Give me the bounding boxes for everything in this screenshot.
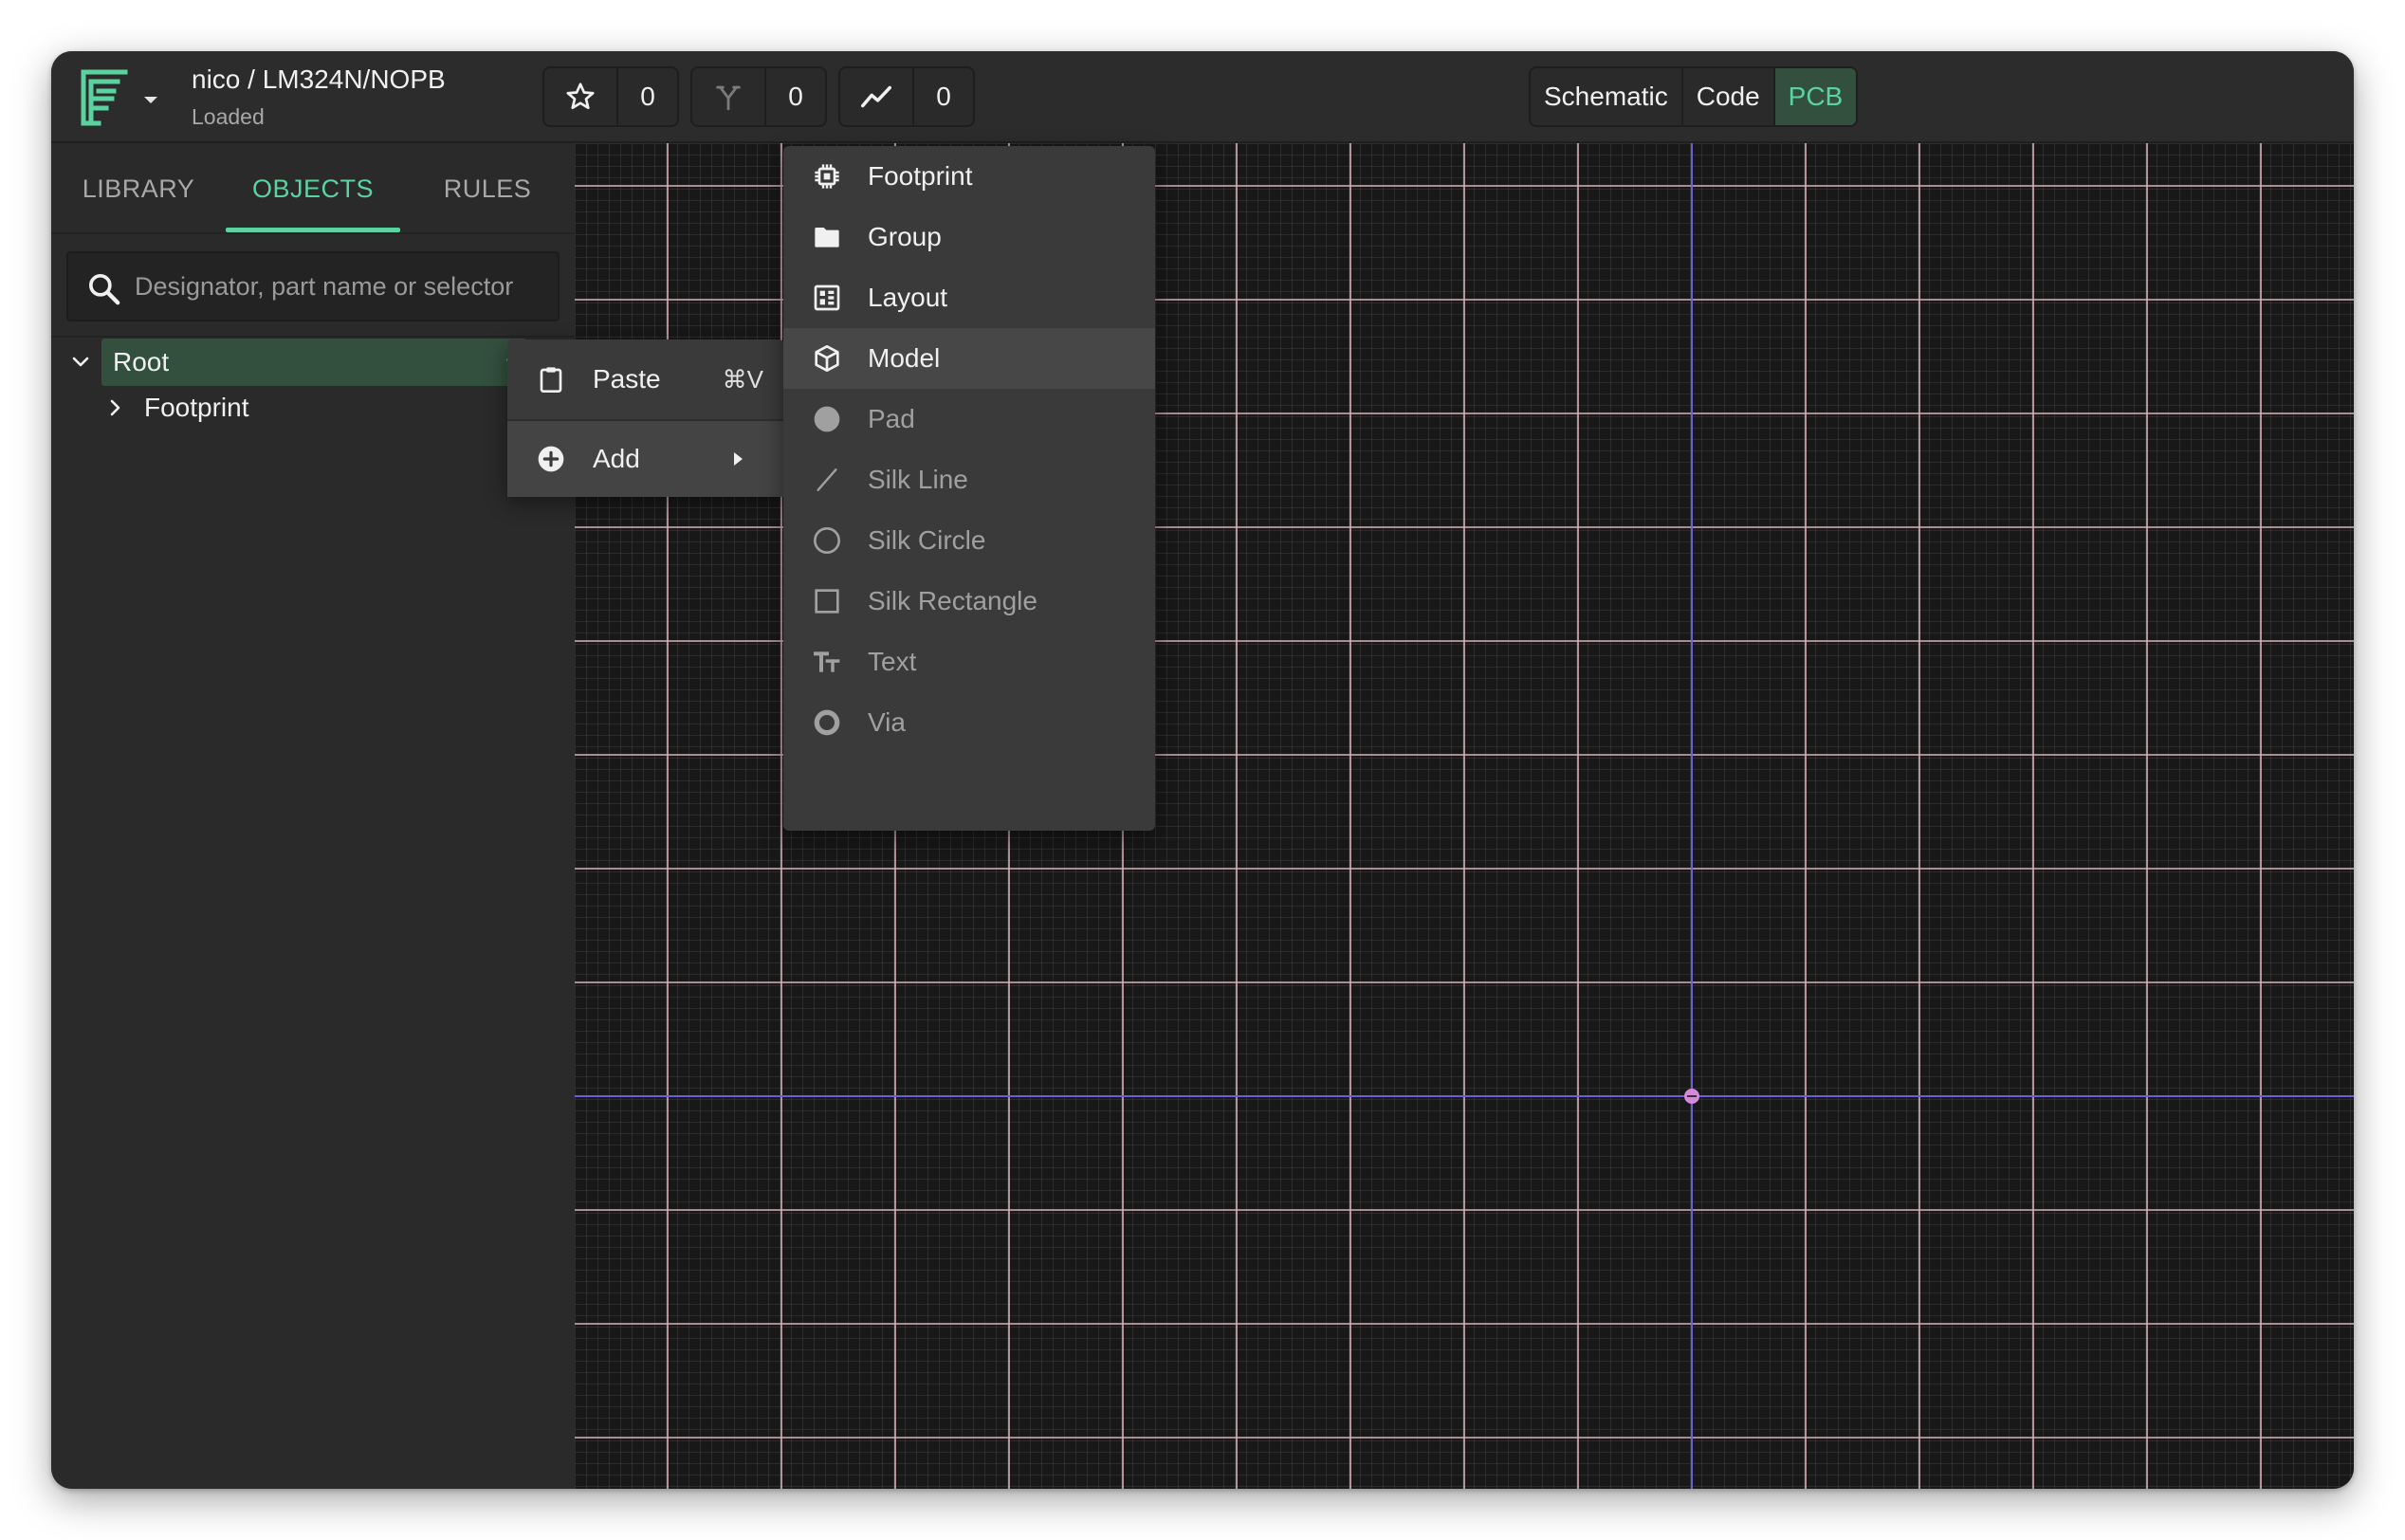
add-via-label: Via [868, 707, 906, 737]
add-silk-rectangle-item[interactable]: Silk Rectangle [783, 571, 1155, 632]
fork-icon [716, 85, 741, 111]
add-submenu: Footprint Group Layout Model Pad Silk Li… [783, 146, 1155, 831]
add-silk-circle-label: Silk Circle [868, 525, 986, 555]
line-icon [817, 468, 837, 491]
add-footprint-item[interactable]: Footprint [783, 146, 1155, 207]
text-icon [814, 651, 840, 672]
tree-item-label: Root [113, 347, 170, 376]
add-group-item[interactable]: Group [783, 207, 1155, 267]
caret-right-icon [734, 452, 743, 466]
activity-counter[interactable]: 0 [838, 66, 975, 127]
activity-button[interactable] [840, 68, 914, 125]
fusion-logo-icon[interactable] [78, 66, 131, 129]
search-icon [89, 274, 120, 305]
add-layout-label: Layout [868, 283, 948, 312]
search-input[interactable] [135, 253, 552, 320]
paste-menu-item[interactable]: Paste ⌘V [507, 341, 784, 417]
add-model-item[interactable]: Model [783, 328, 1155, 389]
sidebar-tabs: LIBRARY OBJECTS RULES [51, 143, 575, 234]
tab-rules[interactable]: RULES [400, 143, 575, 234]
context-menu: Paste ⌘V Add [507, 339, 784, 497]
fork-button[interactable] [692, 68, 766, 125]
add-footprint-label: Footprint [868, 161, 973, 191]
add-pad-label: Pad [868, 404, 915, 433]
star-counter[interactable]: 0 [542, 66, 679, 127]
project-breadcrumb[interactable]: nico / LM324N/NOPB [192, 61, 446, 99]
project-title-block: nico / LM324N/NOPB Loaded [192, 61, 446, 133]
view-tab-pcb[interactable]: PCB [1774, 68, 1857, 125]
tree-item-root[interactable]: Root •• [101, 339, 526, 386]
add-via-item[interactable]: Via [783, 692, 1155, 753]
add-silk-line-label: Silk Line [868, 465, 968, 494]
add-silk-line-item[interactable]: Silk Line [783, 449, 1155, 510]
star-button[interactable] [544, 68, 618, 125]
paste-shortcut: ⌘V [722, 365, 763, 394]
load-status: Loaded [192, 104, 265, 129]
chip-icon [815, 164, 839, 189]
add-text-label: Text [868, 647, 917, 676]
top-bar: nico / LM324N/NOPB Loaded 0 0 0 Schemati… [51, 51, 2354, 143]
chevron-right-icon[interactable] [101, 394, 129, 422]
plus-circle-icon [538, 446, 564, 472]
add-label: Add [593, 444, 640, 473]
rectangle-icon [815, 589, 839, 614]
star-icon [566, 82, 595, 110]
chevron-down-icon[interactable] [137, 85, 165, 114]
fork-count: 0 [788, 82, 803, 111]
layout-icon [814, 284, 840, 311]
object-search [66, 251, 560, 321]
add-model-label: Model [868, 343, 941, 373]
tree-divider [51, 336, 575, 338]
app-window: nico / LM324N/NOPB Loaded 0 0 0 Schemati… [51, 51, 2354, 1489]
add-layout-item[interactable]: Layout [783, 267, 1155, 328]
active-tab-indicator [226, 228, 400, 232]
activity-count: 0 [936, 82, 951, 111]
clipboard-icon [540, 367, 562, 393]
add-group-label: Group [868, 222, 942, 251]
add-text-item[interactable]: Text [783, 632, 1155, 692]
folder-icon [815, 228, 839, 248]
star-count: 0 [640, 82, 655, 111]
cube-icon [815, 345, 839, 372]
add-pad-item[interactable]: Pad [783, 389, 1155, 449]
sidebar: LIBRARY OBJECTS RULES Root •• Footprint [51, 143, 575, 1489]
add-silk-circle-item[interactable]: Silk Circle [783, 510, 1155, 571]
view-tab-schematic[interactable]: Schematic [1531, 68, 1683, 125]
fork-counter[interactable]: 0 [690, 66, 827, 127]
tree-item-footprint[interactable]: Footprint [144, 388, 249, 428]
view-tab-code[interactable]: Code [1683, 68, 1775, 125]
origin-marker [1684, 1089, 1699, 1104]
trend-icon [861, 85, 891, 108]
tab-objects[interactable]: OBJECTS [226, 143, 400, 234]
via-icon [814, 709, 840, 736]
view-toggle: Schematic Code PCB [1529, 66, 1859, 127]
add-menu-item[interactable]: Add [507, 421, 784, 497]
add-silk-rectangle-label: Silk Rectangle [868, 586, 1037, 615]
paste-label: Paste [593, 364, 661, 394]
pad-icon [814, 406, 840, 432]
tab-library[interactable]: LIBRARY [51, 143, 226, 234]
circle-icon [814, 527, 840, 554]
chevron-down-icon[interactable] [66, 348, 95, 376]
